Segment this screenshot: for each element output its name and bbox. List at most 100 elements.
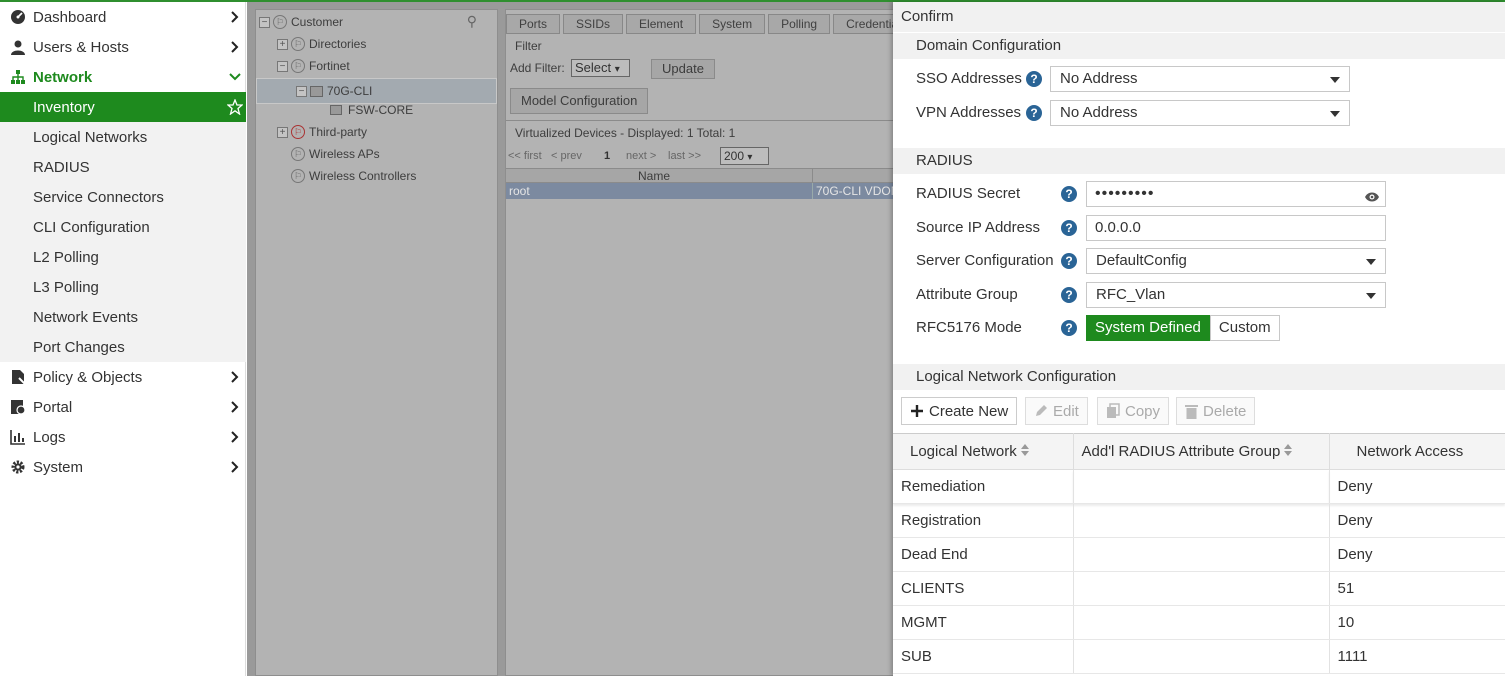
- server-configuration-select[interactable]: DefaultConfig: [1086, 248, 1386, 274]
- copy-icon: [1106, 403, 1120, 419]
- tab-ssids[interactable]: SSIDs: [563, 14, 624, 34]
- sidebar-item-network-events[interactable]: Network Events: [0, 302, 246, 332]
- help-icon[interactable]: ?: [1061, 320, 1077, 336]
- source-ip-input[interactable]: 0.0.0.0: [1086, 215, 1386, 241]
- collapse-icon[interactable]: −: [296, 85, 307, 97]
- tree-node-label: Wireless APs: [309, 147, 380, 161]
- sort-icon[interactable]: [1020, 443, 1029, 460]
- tree-node-label: FSW-CORE: [348, 103, 414, 117]
- table-row[interactable]: MGMT 10: [893, 605, 1505, 640]
- sidebar-item-service-connectors[interactable]: Service Connectors: [0, 182, 246, 212]
- table-row[interactable]: CLIENTS 51: [893, 571, 1505, 606]
- pager-last[interactable]: last >>: [668, 150, 701, 162]
- help-icon[interactable]: ?: [1026, 105, 1042, 121]
- attribute-group-select[interactable]: RFC_Vlan: [1086, 282, 1386, 308]
- sidebar-item-cli-configuration[interactable]: CLI Configuration: [0, 212, 246, 242]
- sidebar-item-l3-polling[interactable]: L3 Polling: [0, 272, 246, 302]
- flag-icon: ⚐: [291, 125, 305, 139]
- edit-button[interactable]: Edit: [1025, 397, 1088, 425]
- collapse-icon[interactable]: −: [277, 60, 288, 72]
- sidebar-item-inventory[interactable]: Inventory: [0, 92, 246, 122]
- sidebar: Dashboard Users & Hosts Network Inventor…: [0, 2, 246, 676]
- sidebar-item-label: RADIUS: [33, 158, 90, 176]
- sidebar-item-system[interactable]: System: [0, 452, 246, 482]
- column-header-radius-attribute-group[interactable]: Add'l RADIUS Attribute Group: [1072, 433, 1330, 470]
- delete-label: Delete: [1203, 402, 1247, 420]
- cell-attribute-group: [1073, 503, 1330, 538]
- sidebar-item-dashboard[interactable]: Dashboard: [0, 2, 246, 32]
- cell-network-access: Deny: [1329, 503, 1505, 538]
- pager-prev[interactable]: < prev: [551, 150, 582, 162]
- copy-button[interactable]: Copy: [1097, 397, 1170, 425]
- sidebar-item-network[interactable]: Network: [0, 62, 246, 92]
- domain-configuration-header: Domain Configuration: [893, 33, 1505, 59]
- tree-node-customer[interactable]: − ⚐ Customer ⚲: [259, 12, 495, 32]
- sidebar-item-portal[interactable]: Portal: [0, 392, 246, 422]
- rfc-mode-system-defined[interactable]: System Defined: [1086, 315, 1210, 341]
- help-icon[interactable]: ?: [1061, 220, 1077, 236]
- column-header-network-access: Network Access: [1328, 433, 1505, 470]
- help-icon[interactable]: ?: [1026, 71, 1042, 87]
- update-button[interactable]: Update: [651, 59, 715, 79]
- tab-system[interactable]: System: [699, 14, 766, 34]
- model-configuration-button[interactable]: Model Configuration: [510, 88, 649, 114]
- sidebar-item-logs[interactable]: Logs: [0, 422, 246, 452]
- rfc5176-mode-label: RFC5176 Mode: [916, 319, 1022, 336]
- tree-node-wireless-controllers[interactable]: ⚐ Wireless Controllers: [291, 166, 416, 186]
- sidebar-item-logical-networks[interactable]: Logical Networks: [0, 122, 246, 152]
- tab-ports[interactable]: Ports: [506, 14, 561, 34]
- grid-row[interactable]: root 70G-CLI VDOM: [506, 183, 906, 199]
- add-filter-select[interactable]: Select ▾: [571, 59, 630, 77]
- grid-col-name[interactable]: Name: [638, 169, 670, 183]
- table-row[interactable]: Remediation Deny: [893, 469, 1505, 504]
- tab-polling[interactable]: Polling: [768, 14, 831, 34]
- table-row[interactable]: SUB 1111: [893, 639, 1505, 674]
- server-configuration-label: Server Configuration: [916, 252, 1054, 269]
- tree-node-third-party[interactable]: + ⚐ Third-party: [277, 122, 367, 142]
- tree-node-directories[interactable]: + ⚐ Directories: [277, 34, 366, 54]
- delete-button[interactable]: Delete: [1176, 397, 1256, 425]
- collapse-icon[interactable]: −: [259, 16, 270, 28]
- sidebar-item-users-hosts[interactable]: Users & Hosts: [0, 32, 246, 62]
- tree-node-fortinet[interactable]: − ⚐ Fortinet: [277, 56, 350, 76]
- help-icon[interactable]: ?: [1061, 287, 1077, 303]
- page-size-value: 200: [724, 149, 745, 163]
- help-icon[interactable]: ?: [1061, 186, 1077, 202]
- expand-icon[interactable]: +: [277, 38, 288, 50]
- logical-network-table: Logical Network Add'l RADIUS Attribute G…: [893, 433, 1505, 674]
- expand-icon[interactable]: +: [277, 126, 288, 138]
- eye-icon[interactable]: [1364, 187, 1380, 211]
- radius-secret-input[interactable]: •••••••••: [1086, 181, 1386, 207]
- page-size-select[interactable]: 200 ▾: [720, 147, 769, 165]
- switch-icon: [330, 105, 342, 115]
- sidebar-item-radius[interactable]: RADIUS: [0, 152, 246, 182]
- edit-label: Edit: [1053, 402, 1079, 420]
- table-row[interactable]: Dead End Deny: [893, 537, 1505, 572]
- search-icon[interactable]: ⚲: [467, 13, 477, 30]
- tree-node-label: Third-party: [309, 125, 368, 139]
- column-header-logical-network[interactable]: Logical Network: [893, 433, 1074, 470]
- column-header-label: Network Access: [1356, 443, 1464, 460]
- tree-node-wireless-aps[interactable]: ⚐ Wireless APs: [291, 144, 380, 164]
- rfc-mode-custom[interactable]: Custom: [1209, 315, 1280, 341]
- table-row[interactable]: Registration Deny: [893, 503, 1505, 538]
- tree-node-fsw-core[interactable]: FSW-CORE: [330, 100, 413, 120]
- sidebar-item-port-changes[interactable]: Port Changes: [0, 332, 246, 362]
- sort-icon[interactable]: [1284, 443, 1293, 460]
- pager-first[interactable]: << first: [508, 150, 542, 162]
- chevron-right-icon: [224, 41, 246, 53]
- user-icon: [8, 38, 28, 56]
- column-header-label: Logical Network: [910, 442, 1017, 460]
- create-new-button[interactable]: Create New: [901, 397, 1018, 425]
- grid-header: Name: [506, 168, 906, 183]
- vpn-addresses-select[interactable]: No Address: [1050, 100, 1350, 126]
- sso-addresses-select[interactable]: No Address: [1050, 66, 1350, 92]
- star-icon[interactable]: [224, 99, 246, 115]
- sidebar-item-label: Dashboard: [33, 8, 107, 26]
- caret-down-icon: [1330, 111, 1340, 117]
- sidebar-item-policy-objects[interactable]: Policy & Objects: [0, 362, 246, 392]
- pager-next[interactable]: next >: [626, 150, 656, 162]
- sidebar-item-l2-polling[interactable]: L2 Polling: [0, 242, 246, 272]
- help-icon[interactable]: ?: [1061, 253, 1077, 269]
- tab-element[interactable]: Element: [626, 14, 697, 34]
